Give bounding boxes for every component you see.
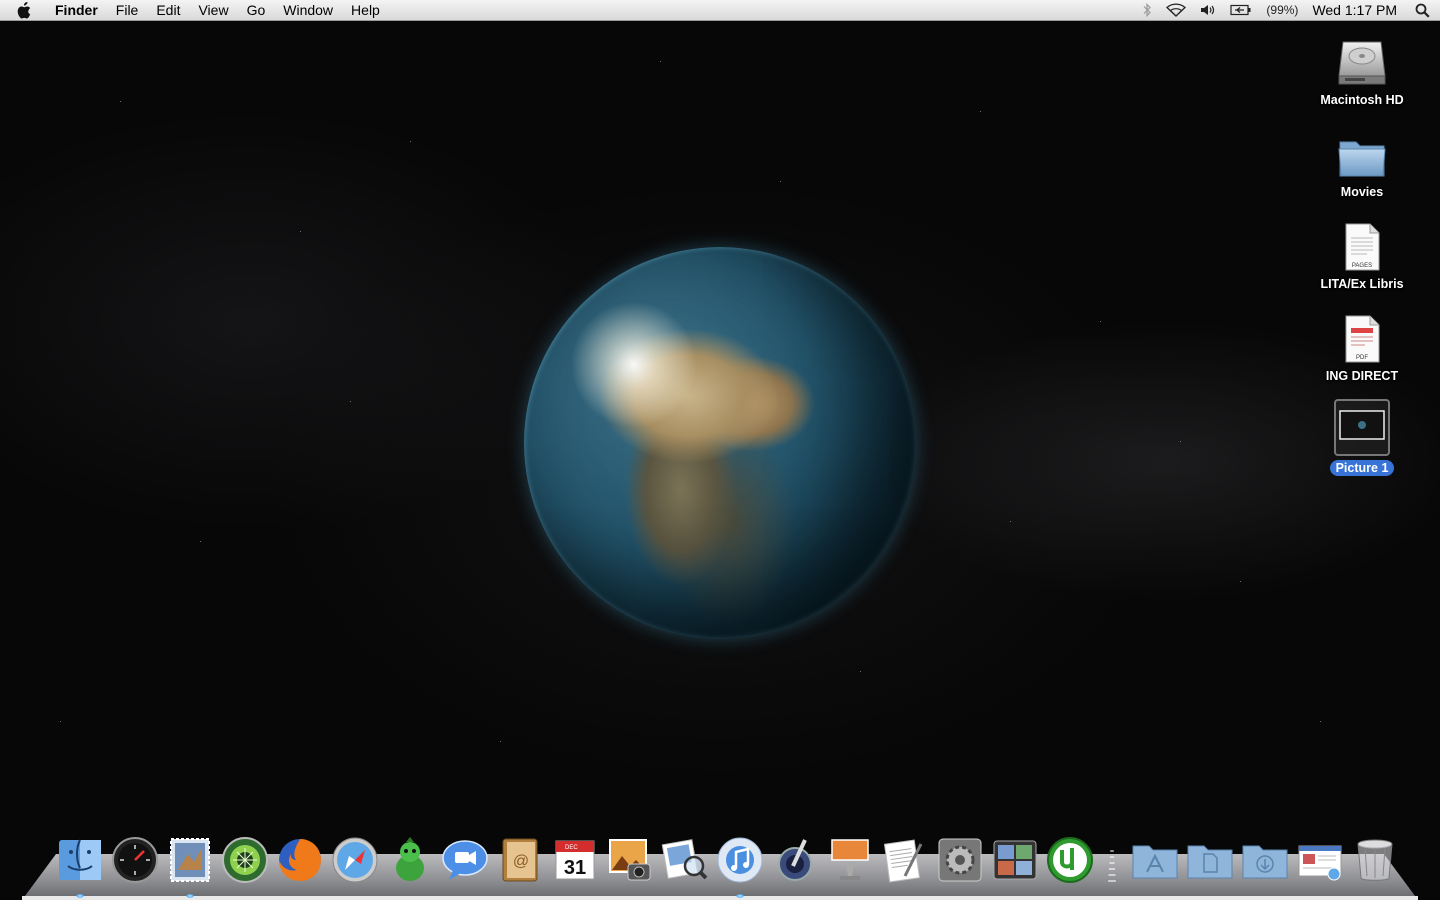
bluetooth-icon[interactable]	[1135, 0, 1159, 21]
itunes-disc-icon	[717, 837, 762, 883]
dock-preview[interactable]	[659, 834, 710, 886]
ical-day: 31	[563, 857, 585, 879]
wifi-icon[interactable]	[1159, 0, 1193, 21]
menu-app-finder[interactable]: Finder	[46, 0, 107, 21]
dock-adium[interactable]	[384, 834, 435, 886]
address-book-icon: @	[502, 838, 537, 882]
running-indicator	[75, 894, 84, 898]
keynote-podium-icon	[830, 839, 869, 880]
hard-drive-icon	[1337, 28, 1387, 88]
ical-month: DEC	[565, 845, 578, 851]
dock-textedit[interactable]	[879, 834, 930, 886]
mail-stamp-icon	[169, 838, 210, 882]
image-thumbnail-icon	[1334, 396, 1390, 456]
dock-utorrent[interactable]	[1044, 834, 1095, 886]
desktop-icon-macintosh-hd[interactable]: Macintosh HD	[1307, 28, 1417, 108]
dock: @ DEC 31	[54, 830, 1400, 898]
firefox-icon	[278, 839, 321, 881]
svg-text:@: @	[512, 853, 528, 870]
dock-camino[interactable]	[219, 834, 270, 886]
aperture-icon	[777, 839, 812, 881]
desktop-icon-picture-1[interactable]: Picture 1	[1307, 396, 1417, 476]
desktop-icon-label: LITA/Ex Libris	[1320, 277, 1404, 291]
ichat-bubble-icon	[441, 840, 488, 880]
pages-document-icon: PAGES	[1342, 212, 1382, 272]
dock-downloads-folder[interactable]	[1239, 834, 1290, 886]
camino-icon	[221, 837, 268, 883]
dock-documents-folder[interactable]	[1184, 834, 1235, 886]
battery-icon[interactable]	[1223, 0, 1259, 21]
textedit-icon	[883, 839, 922, 883]
trash-can-icon	[1357, 839, 1392, 881]
dock-keynote[interactable]	[824, 834, 875, 886]
dock-separator	[1107, 846, 1117, 886]
running-indicator	[735, 894, 744, 898]
desktop-icon-label: Picture 1	[1329, 460, 1395, 476]
menu-go[interactable]: Go	[238, 0, 275, 21]
battery-percent[interactable]: (99%)	[1259, 0, 1305, 21]
menu-extras: (99%) Wed 1:17 PM	[1135, 0, 1440, 21]
volume-icon[interactable]	[1193, 0, 1223, 21]
preview-icon	[661, 839, 707, 880]
pdf-badge: PDF	[1356, 355, 1368, 361]
running-indicator	[185, 894, 194, 898]
dock-trash[interactable]	[1349, 834, 1400, 886]
spotlight-search-icon[interactable]	[1404, 0, 1440, 21]
dock-web-receipt-stack[interactable]	[1294, 834, 1345, 886]
safari-compass-icon	[332, 837, 377, 883]
spaces-grid-icon	[993, 840, 1036, 880]
dock-iphoto[interactable]	[604, 834, 655, 886]
menu-window[interactable]: Window	[274, 0, 342, 21]
desktop-icon-ing-direct[interactable]: PDF ING DIRECT	[1307, 304, 1417, 384]
desktop-icon-label: Macintosh HD	[1320, 93, 1404, 107]
gear-icon	[938, 838, 981, 882]
applications-folder-icon	[1132, 845, 1177, 879]
web-receipt-icon	[1298, 845, 1341, 881]
dock-applications-folder[interactable]	[1129, 834, 1180, 886]
menu-help[interactable]: Help	[342, 0, 389, 21]
menubar-clock[interactable]: Wed 1:17 PM	[1305, 0, 1404, 21]
apple-logo-icon[interactable]	[0, 0, 46, 21]
pdf-document-icon: PDF	[1342, 304, 1382, 364]
utorrent-icon	[1046, 837, 1093, 883]
ical-calendar-icon: DEC 31	[555, 840, 594, 880]
dock-address-book[interactable]: @	[494, 834, 545, 886]
menu-file[interactable]: File	[107, 0, 148, 21]
menu-edit[interactable]: Edit	[147, 0, 189, 21]
finder-icon	[58, 839, 101, 880]
adium-duck-icon	[395, 837, 424, 881]
dashboard-icon	[111, 837, 158, 883]
dock-dashboard[interactable]	[109, 834, 160, 886]
dock-spaces[interactable]	[989, 834, 1040, 886]
iphoto-icon	[608, 839, 650, 881]
dock-ichat[interactable]	[439, 834, 490, 886]
documents-folder-icon	[1187, 845, 1232, 879]
dock-firefox[interactable]	[274, 834, 325, 886]
dock-system-preferences[interactable]	[934, 834, 985, 886]
dock-itunes[interactable]	[714, 834, 765, 898]
dock-ical[interactable]: DEC 31	[549, 834, 600, 886]
menu-bar: Finder File Edit View Go Window Help (99…	[0, 0, 1440, 21]
earth-wallpaper	[524, 247, 916, 639]
desktop-icon-label: Movies	[1340, 185, 1384, 199]
desktop-icon-movies[interactable]: Movies	[1307, 120, 1417, 200]
dock-mail[interactable]	[164, 834, 215, 898]
downloads-folder-icon	[1242, 845, 1287, 879]
folder-icon	[1337, 120, 1387, 180]
dock-aperture[interactable]	[769, 834, 820, 886]
dock-finder[interactable]	[54, 834, 105, 898]
desktop-icon-label: ING DIRECT	[1325, 369, 1399, 383]
dock-shelf-edge	[22, 896, 1418, 900]
desktop[interactable]	[0, 21, 1440, 900]
dock-safari[interactable]	[329, 834, 380, 886]
pages-badge: PAGES	[1352, 263, 1372, 269]
desktop-icon-lita-ex-libris[interactable]: PAGES LITA/Ex Libris	[1307, 212, 1417, 292]
selection-frame	[1334, 399, 1390, 456]
menu-view[interactable]: View	[189, 0, 237, 21]
